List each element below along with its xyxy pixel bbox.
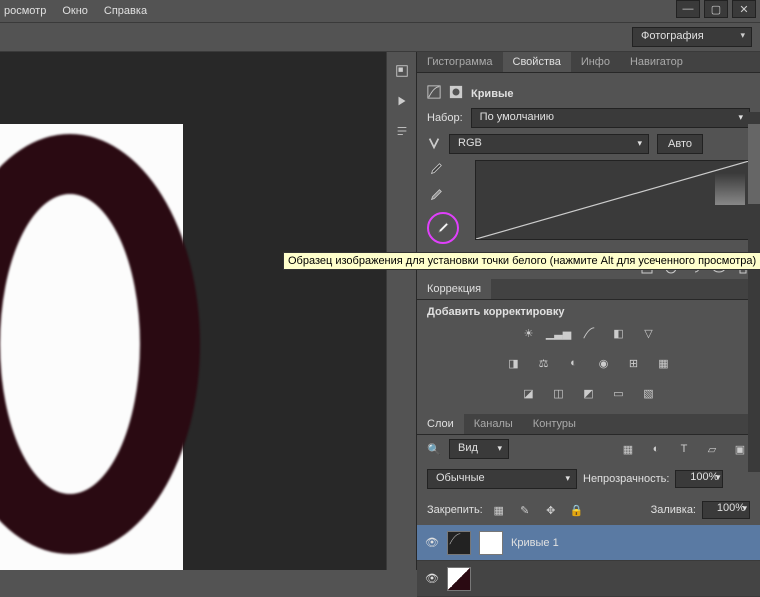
channel-mixer-icon[interactable]: ⊞	[624, 354, 644, 372]
color-balance-icon[interactable]: ⚖	[534, 354, 554, 372]
collapsed-panel-strip	[386, 52, 416, 570]
filter-pixel-icon[interactable]: ▦	[618, 440, 638, 458]
fill-label: Заливка:	[651, 504, 696, 516]
filter-adjust-icon[interactable]: ◐	[646, 440, 666, 458]
tab-channels[interactable]: Каналы	[464, 414, 523, 434]
adjustments-panel: Добавить корректировку ☀ ▁▃▅ ◧ ▽ ◨ ⚖ ◐ ◉…	[417, 300, 760, 414]
lock-transparency-icon[interactable]: ▦	[489, 501, 509, 519]
preset-label: Набор:	[427, 112, 463, 124]
info-panel-tabs: Гистограмма Свойства Инфо Навигатор	[417, 52, 760, 73]
white-point-eyedropper[interactable]	[427, 212, 459, 244]
options-bar: Фотография	[0, 22, 760, 52]
close-button[interactable]: ✕	[732, 0, 756, 18]
menu-item-view[interactable]: росмотр	[4, 5, 46, 17]
layer-name[interactable]: Кривые 1	[511, 537, 559, 549]
mask-icon	[449, 85, 463, 102]
vibrance-icon[interactable]: ▽	[639, 324, 659, 342]
panel-scrollbar[interactable]	[748, 112, 760, 472]
image-content	[0, 134, 200, 554]
layer-mask-thumb[interactable]	[479, 531, 503, 555]
exposure-icon[interactable]: ◧	[609, 324, 629, 342]
layer-row[interactable]: 👁	[417, 561, 760, 597]
filter-search-icon[interactable]: 🔍	[427, 443, 441, 456]
blend-mode-dropdown[interactable]: Обычные	[427, 469, 577, 489]
histogram-peak	[715, 165, 745, 205]
opacity-label: Непрозрачность:	[583, 473, 669, 485]
levels-icon[interactable]: ▁▃▅	[549, 324, 569, 342]
invert-icon[interactable]: ◪	[519, 384, 539, 402]
paragraph-icon[interactable]	[391, 120, 413, 142]
filter-type-icon[interactable]: T	[674, 440, 694, 458]
adjustments-heading: Добавить корректировку	[427, 306, 564, 318]
layer-visibility-icon[interactable]: 👁	[425, 572, 439, 585]
properties-panel: Кривые Набор: По умолчанию RGB Авто	[417, 73, 760, 256]
menu-item-window[interactable]: Окно	[62, 5, 88, 17]
tab-histogram[interactable]: Гистограмма	[417, 52, 503, 72]
workspace-dropdown[interactable]: Фотография	[632, 27, 752, 47]
menu-item-help[interactable]: Справка	[104, 5, 147, 17]
history-icon[interactable]	[391, 60, 413, 82]
maximize-button[interactable]: ▢	[704, 0, 728, 18]
properties-title: Кривые	[471, 88, 513, 100]
brightness-contrast-icon[interactable]: ☀	[519, 324, 539, 342]
tab-properties[interactable]: Свойства	[503, 52, 571, 72]
lock-pixels-icon[interactable]: ✎	[515, 501, 535, 519]
layer-row[interactable]: 👁 Кривые 1	[417, 525, 760, 561]
minimize-button[interactable]: —	[676, 0, 700, 18]
auto-button[interactable]: Авто	[657, 134, 703, 154]
channel-dropdown[interactable]: RGB	[449, 134, 649, 154]
curves-adjustment-icon	[427, 85, 441, 102]
canvas-area[interactable]	[0, 52, 386, 570]
adjustment-thumb-icon	[447, 531, 471, 555]
document-canvas[interactable]	[0, 124, 183, 570]
black-white-icon[interactable]: ◐	[564, 354, 584, 372]
color-lookup-icon[interactable]: ▦	[654, 354, 674, 372]
layer-list: 👁 Кривые 1 👁	[417, 525, 760, 597]
tab-info[interactable]: Инфо	[571, 52, 620, 72]
layers-panel-tabs: Слои Каналы Контуры	[417, 414, 760, 435]
actions-icon[interactable]	[391, 90, 413, 112]
lock-position-icon[interactable]: ✥	[541, 501, 561, 519]
tab-adjustments[interactable]: Коррекция	[417, 279, 491, 299]
menu-bar: росмотр Окно Справка — ▢ ✕	[0, 0, 760, 22]
scroll-thumb[interactable]	[748, 124, 760, 204]
gray-point-eyedropper[interactable]	[427, 186, 445, 204]
adjustments-panel-tabs: Коррекция	[417, 279, 760, 300]
hue-saturation-icon[interactable]: ◨	[504, 354, 524, 372]
fill-input[interactable]: 100%	[702, 501, 750, 519]
lock-label: Закрепить:	[427, 504, 483, 516]
black-point-eyedropper[interactable]	[427, 160, 445, 178]
posterize-icon[interactable]: ◫	[549, 384, 569, 402]
channel-icon[interactable]	[427, 136, 441, 153]
layer-image-thumb[interactable]	[447, 567, 471, 591]
lock-all-icon[interactable]: 🔒	[567, 501, 587, 519]
curves-graph[interactable]	[475, 160, 750, 240]
filter-shape-icon[interactable]: ▱	[702, 440, 722, 458]
threshold-icon[interactable]: ◩	[579, 384, 599, 402]
tab-layers[interactable]: Слои	[417, 414, 464, 434]
selective-color-icon[interactable]: ▧	[639, 384, 659, 402]
tooltip: Образец изображения для установки точки …	[283, 252, 760, 270]
layer-filter-kind[interactable]: Вид	[449, 439, 509, 459]
layer-visibility-icon[interactable]: 👁	[425, 536, 439, 549]
layer-filter-row: 🔍 Вид ▦ ◐ T ▱ ▣	[417, 435, 760, 463]
filter-smart-icon[interactable]: ▣	[730, 440, 750, 458]
tab-paths[interactable]: Контуры	[523, 414, 586, 434]
preset-dropdown[interactable]: По умолчанию	[471, 108, 750, 128]
curves-icon[interactable]	[579, 324, 599, 342]
tab-navigator[interactable]: Навигатор	[620, 52, 693, 72]
photo-filter-icon[interactable]: ◉	[594, 354, 614, 372]
opacity-input[interactable]: 100%	[675, 470, 723, 488]
gradient-map-icon[interactable]: ▭	[609, 384, 629, 402]
